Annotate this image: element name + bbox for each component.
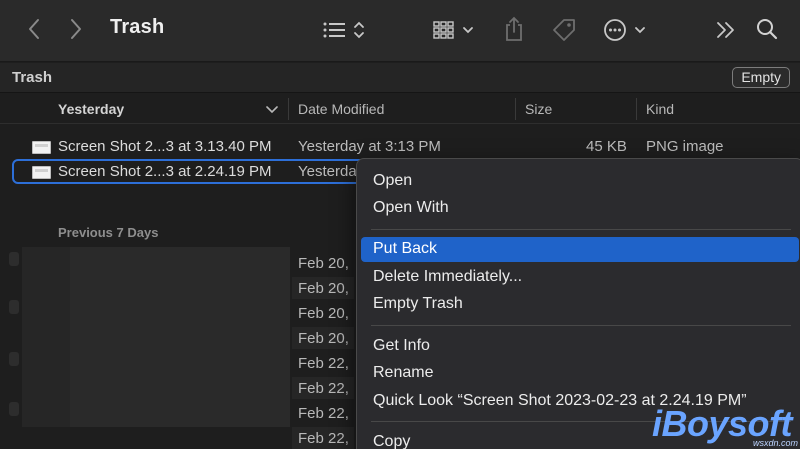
column-divider[interactable] (515, 98, 516, 120)
row-marker (9, 300, 19, 314)
menu-item-empty-trash[interactable]: Empty Trash (361, 292, 799, 317)
file-date: Yesterday at 3:13 PM (298, 138, 441, 155)
png-file-icon (32, 141, 51, 154)
prev-file-date[interactable]: Feb 22, (292, 402, 354, 424)
column-header-size[interactable]: Size (525, 101, 552, 117)
menu-item-open[interactable]: Open (361, 169, 799, 194)
file-row[interactable]: Screen Shot 2...3 at 3.13.40 PM Yesterda… (0, 134, 800, 159)
menu-item-open-with[interactable]: Open With (361, 196, 799, 221)
chevron-right-icon[interactable] (62, 14, 90, 44)
search-icon[interactable] (752, 14, 782, 44)
chevron-down-icon[interactable] (266, 102, 278, 118)
file-name: Screen Shot 2...3 at 3.13.40 PM (58, 138, 272, 155)
prev-file-date[interactable]: Feb 20, (292, 277, 354, 299)
action-ellipsis-icon[interactable] (600, 14, 652, 46)
redacted-file-icons (22, 247, 70, 427)
window-title: Trash (110, 16, 165, 38)
empty-trash-button[interactable]: Empty (732, 67, 790, 88)
menu-item-put-back[interactable]: Put Back (361, 237, 799, 262)
prev-file-date[interactable]: Feb 22, (292, 427, 354, 449)
chevron-left-icon[interactable] (20, 14, 48, 44)
prev-file-date[interactable]: Feb 20, (292, 252, 354, 274)
finder-toolbar: Trash (0, 0, 800, 62)
group-label: Previous 7 Days (58, 225, 159, 240)
row-marker (9, 252, 19, 266)
column-divider[interactable] (636, 98, 637, 120)
file-name: Screen Shot 2...3 at 2.24.19 PM (58, 163, 272, 180)
png-file-icon (32, 166, 51, 179)
tag-icon[interactable] (548, 14, 580, 46)
menu-item-delete-immediately[interactable]: Delete Immediately... (361, 265, 799, 290)
file-kind: PNG image (646, 138, 724, 155)
watermark-site: wsxdn.com (752, 438, 798, 448)
folder-title: Trash (12, 69, 53, 86)
list-view-icon[interactable] (318, 15, 372, 45)
menu-separator (371, 229, 791, 230)
grid-view-icon[interactable] (430, 15, 480, 45)
prev-file-date[interactable]: Feb 22, (292, 377, 354, 399)
column-divider[interactable] (288, 98, 289, 120)
menu-item-get-info[interactable]: Get Info (361, 334, 799, 359)
path-bar: Trash Empty (0, 63, 800, 93)
menu-separator (371, 325, 791, 326)
file-size: 45 KB (586, 138, 627, 155)
row-marker (9, 352, 19, 366)
column-header-row: Yesterday Date Modified Size Kind (0, 94, 800, 124)
prev-file-date[interactable]: Feb 22, (292, 352, 354, 374)
menu-item-rename[interactable]: Rename (361, 361, 799, 386)
column-header-date[interactable]: Date Modified (298, 101, 384, 117)
more-chevrons-icon[interactable] (712, 16, 740, 44)
row-marker (9, 402, 19, 416)
column-header-name[interactable]: Yesterday (58, 101, 124, 117)
brand-watermark: iBoysoft wsxdn.com (652, 404, 800, 449)
share-icon[interactable] (498, 12, 530, 46)
prev-file-date[interactable]: Feb 20, (292, 302, 354, 324)
column-header-kind[interactable]: Kind (646, 101, 674, 117)
prev-file-date[interactable]: Feb 20, (292, 327, 354, 349)
